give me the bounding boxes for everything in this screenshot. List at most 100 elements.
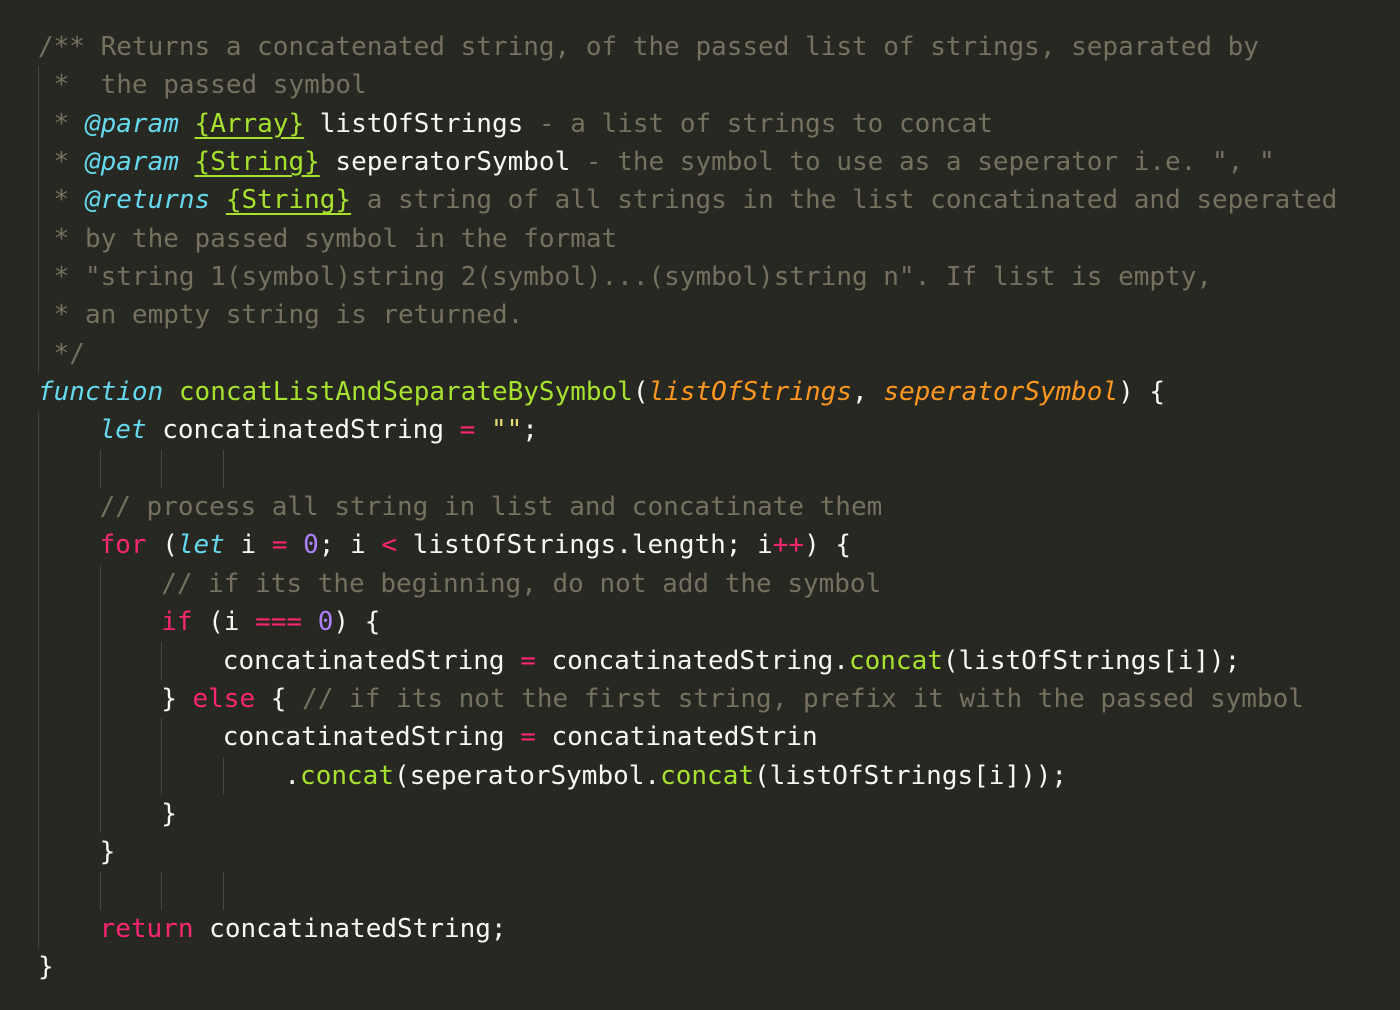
code-token-plain: . xyxy=(284,760,301,791)
code-line-content: function concatListAndSeparateBySymbol(l… xyxy=(38,373,1165,411)
code-line-content: if (i === 0) { xyxy=(161,603,380,641)
code-line[interactable]: let concatinatedString = ""; xyxy=(0,411,1400,449)
code-token-type: {String} xyxy=(194,147,320,178)
code-token-op: < xyxy=(381,530,398,561)
code-token-plain: , xyxy=(852,377,884,408)
code-line-content: * "string 1(symbol)string 2(symbol)...(s… xyxy=(38,258,1212,296)
code-token-comment: a string of all strings in the list conc… xyxy=(351,185,1338,216)
code-token-keyword: if xyxy=(161,607,193,638)
code-token-comment: /** Returns a concatenated string, of th… xyxy=(38,32,1259,62)
code-editor[interactable]: /** Returns a concatenated string, of th… xyxy=(0,28,1400,987)
code-token-comment: * xyxy=(38,185,85,216)
code-token-comment: * an empty string is returned. xyxy=(38,300,524,331)
code-token-method: concat xyxy=(848,645,943,676)
code-line-content: * @param {String} seperatorSymbol - the … xyxy=(38,143,1275,181)
code-token-tag: @returns xyxy=(84,185,211,216)
code-token-plain: } xyxy=(99,837,116,868)
code-line[interactable]: function concatListAndSeparateBySymbol(l… xyxy=(0,373,1400,411)
code-line-content: /** Returns a concatenated string, of th… xyxy=(38,28,1259,66)
code-line-content: } xyxy=(161,795,177,833)
code-token-storage: let xyxy=(177,530,225,561)
code-token-plain: listOfStrings.length; i xyxy=(397,530,773,561)
code-line[interactable] xyxy=(0,450,1400,488)
code-token-method: concat xyxy=(660,760,754,791)
code-token-keyword: for xyxy=(99,530,147,561)
code-line[interactable]: // if its the beginning, do not add the … xyxy=(0,565,1400,603)
code-token-plain: concatinatedString xyxy=(222,722,521,753)
code-line-content: return concatinatedString; xyxy=(100,910,507,948)
code-token-op: === xyxy=(255,607,303,638)
code-line[interactable]: .concat(seperatorSymbol.concat(listOfStr… xyxy=(0,757,1400,795)
code-line[interactable]: * @param {String} seperatorSymbol - the … xyxy=(0,143,1400,181)
code-token-comment: // if its not the first string, prefix i… xyxy=(302,683,1304,714)
code-line-content: */ xyxy=(38,335,85,373)
code-token-plain: } xyxy=(161,683,193,714)
code-token-comment: * by the passed symbol in the format xyxy=(38,223,618,254)
code-token-comment: * xyxy=(38,147,85,178)
code-line-content: for (let i = 0; i < listOfStrings.length… xyxy=(100,526,851,564)
code-token-plain: concatinatedString xyxy=(222,645,521,676)
code-line[interactable]: return concatinatedString; xyxy=(0,910,1400,948)
code-token-plain: ) { xyxy=(804,530,852,561)
indent-guide xyxy=(222,449,224,489)
code-line[interactable]: * an empty string is returned. xyxy=(0,296,1400,334)
code-line-content: concatinatedString = concatinatedString.… xyxy=(223,642,1241,680)
code-token-type: {Array} xyxy=(194,108,305,139)
code-token-plain: (listOfStrings[i]); xyxy=(942,645,1241,676)
code-line[interactable]: // process all string in list and concat… xyxy=(0,488,1400,526)
code-token-plain: i xyxy=(224,530,272,561)
code-line[interactable]: /** Returns a concatenated string, of th… xyxy=(0,28,1400,66)
code-token-param: seperatorSymbol xyxy=(883,377,1119,408)
code-token-plain: ( xyxy=(632,377,649,408)
code-token-plain: { xyxy=(255,683,303,714)
code-token-keyword: return xyxy=(99,913,194,944)
code-token-plain: ) { xyxy=(1118,377,1166,408)
indent-guide xyxy=(222,756,224,795)
code-line-content: * the passed symbol xyxy=(38,66,367,104)
code-line-content: * @param {Array} listOfStrings - a list … xyxy=(38,105,993,143)
code-line[interactable]: for (let i = 0; i < listOfStrings.length… xyxy=(0,526,1400,564)
code-line-content: concatinatedString = concatinatedStrin xyxy=(223,718,818,756)
code-token-comment xyxy=(210,185,226,215)
code-line-content: } xyxy=(100,833,116,871)
code-line[interactable]: * "string 1(symbol)string 2(symbol)...(s… xyxy=(0,258,1400,296)
code-line[interactable]: } xyxy=(0,795,1400,833)
code-line-content: let concatinatedString = ""; xyxy=(100,411,538,449)
code-line[interactable]: * @returns {String} a string of all stri… xyxy=(0,181,1400,219)
code-line[interactable]: * @param {Array} listOfStrings - a list … xyxy=(0,105,1400,143)
code-line[interactable]: } xyxy=(0,833,1400,871)
indent-guide xyxy=(161,641,163,680)
code-line-content: .concat(seperatorSymbol.concat(listOfStr… xyxy=(284,757,1067,795)
code-line[interactable]: * the passed symbol xyxy=(0,66,1400,104)
code-line-content: * an empty string is returned. xyxy=(38,296,524,334)
code-line-content: * by the passed symbol in the format xyxy=(38,220,618,258)
code-token-type: {String} xyxy=(225,185,352,216)
code-line[interactable] xyxy=(0,872,1400,910)
code-token-plain: (seperatorSymbol. xyxy=(393,760,661,791)
code-line-content: // if its the beginning, do not add the … xyxy=(161,565,881,603)
code-line-content: } else { // if its not the first string,… xyxy=(161,680,1304,718)
code-token-keyword: else xyxy=(192,683,256,714)
code-token-storage: function xyxy=(38,377,164,408)
code-line[interactable]: concatinatedString = concatinatedStrin xyxy=(0,718,1400,756)
code-token-plain: } xyxy=(161,798,177,829)
code-token-plain: ) { xyxy=(333,607,381,638)
code-line[interactable]: } xyxy=(0,948,1400,986)
indent-guide xyxy=(222,871,224,911)
code-line[interactable]: */ xyxy=(0,335,1400,373)
indent-guide xyxy=(161,449,163,489)
code-token-num: 0 xyxy=(303,530,319,561)
code-token-op: = xyxy=(520,722,536,753)
code-line[interactable]: if (i === 0) { xyxy=(0,603,1400,641)
code-token-num: 0 xyxy=(317,607,334,638)
code-token-comment: - the symbol to use as a seperator i.e. … xyxy=(570,147,1275,178)
code-token-comment: - a list of strings to concat xyxy=(523,108,993,139)
code-line[interactable]: concatinatedString = concatinatedString.… xyxy=(0,642,1400,680)
code-line[interactable]: * by the passed symbol in the format xyxy=(0,220,1400,258)
code-token-plain: concatinatedString; xyxy=(193,913,507,944)
code-token-comment: * "string 1(symbol)string 2(symbol)...(s… xyxy=(38,262,1212,293)
code-line[interactable]: } else { // if its not the first string,… xyxy=(0,680,1400,718)
